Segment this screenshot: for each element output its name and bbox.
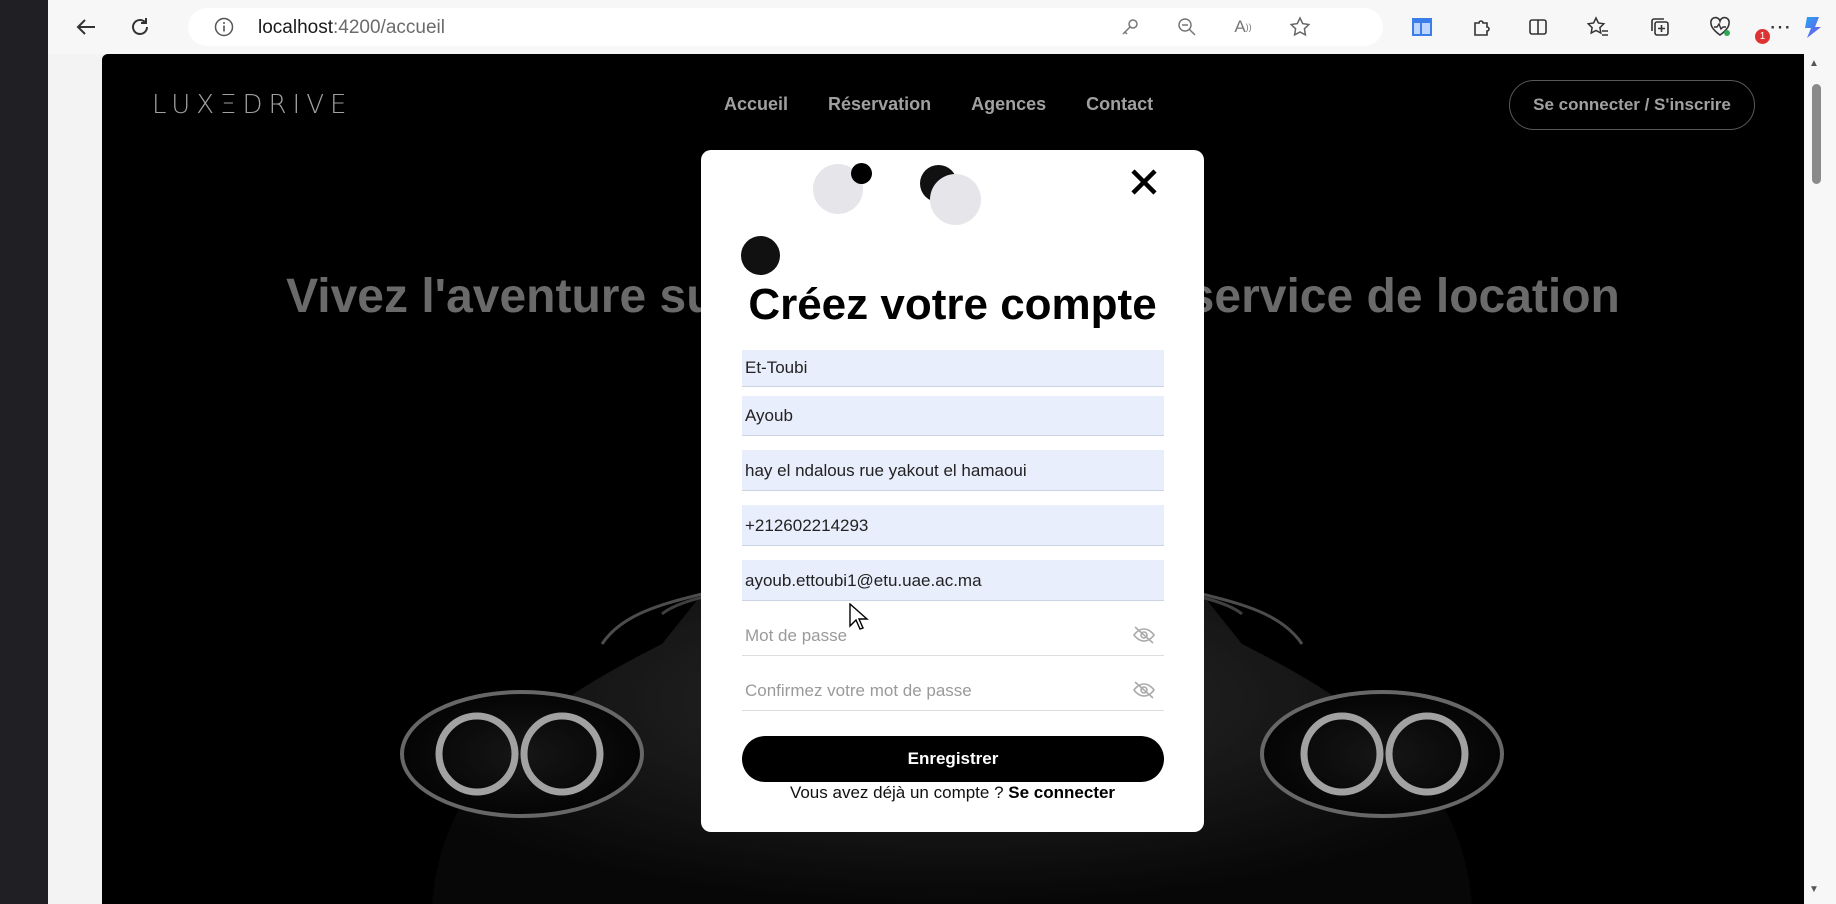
scroll-up-icon[interactable]: ▲ bbox=[1809, 58, 1819, 69]
info-icon[interactable] bbox=[212, 15, 236, 39]
read-aloud-icon[interactable]: A)) bbox=[1231, 15, 1255, 39]
login-link[interactable]: Se connecter bbox=[1008, 783, 1115, 802]
zoom-out-icon[interactable] bbox=[1175, 15, 1199, 39]
address-bar[interactable]: localhost:4200/accueil A)) bbox=[188, 8, 1383, 46]
close-icon[interactable] bbox=[1126, 164, 1162, 200]
confirm-password-input[interactable]: Confirmez votre mot de passe bbox=[742, 670, 1164, 711]
browser-window: localhost:4200/accueil A)) ⋯ 1 ▲ ▼ LUXΞD… bbox=[48, 0, 1836, 904]
back-arrow-icon[interactable] bbox=[70, 11, 102, 43]
register-button[interactable]: Enregistrer bbox=[742, 736, 1164, 782]
layout-icon[interactable] bbox=[1406, 11, 1438, 43]
first-name-input[interactable]: Ayoub bbox=[742, 396, 1164, 436]
password-placeholder: Mot de passe bbox=[745, 626, 848, 645]
key-icon[interactable] bbox=[1118, 15, 1142, 39]
login-prompt: Vous avez déjà un compte ? Se connecter bbox=[701, 783, 1204, 803]
screen: localhost:4200/accueil A)) ⋯ 1 ▲ ▼ LUXΞD… bbox=[0, 0, 1836, 904]
eye-slash-icon[interactable] bbox=[1132, 625, 1156, 645]
signup-modal: Créez votre compte Et-Toubi Ayoub hay el… bbox=[701, 150, 1204, 832]
eye-slash-icon[interactable] bbox=[1132, 680, 1156, 700]
scroll-down-icon[interactable]: ▼ bbox=[1809, 884, 1819, 895]
scroll-thumb[interactable] bbox=[1812, 84, 1821, 184]
modal-title: Créez votre compte bbox=[748, 280, 1157, 329]
copilot-icon[interactable] bbox=[1796, 11, 1828, 43]
url-text: localhost:4200/accueil bbox=[258, 17, 445, 39]
desktop-strip bbox=[0, 0, 48, 904]
scrollbar[interactable]: ▲ ▼ bbox=[1804, 54, 1828, 904]
confirm-password-placeholder: Confirmez votre mot de passe bbox=[745, 681, 972, 700]
decor-circle bbox=[930, 174, 981, 225]
favorites-icon[interactable] bbox=[1582, 11, 1614, 43]
collections-icon[interactable] bbox=[1644, 11, 1676, 43]
notification-badge: 1 bbox=[1755, 29, 1770, 44]
puzzle-icon[interactable] bbox=[1466, 11, 1498, 43]
url-path: :4200/accueil bbox=[333, 17, 445, 38]
password-input[interactable]: Mot de passe bbox=[742, 615, 1164, 656]
decor-circle bbox=[851, 163, 872, 184]
login-prompt-text: Vous avez déjà un compte ? bbox=[789, 783, 1004, 802]
refresh-icon[interactable] bbox=[124, 11, 156, 43]
star-icon[interactable] bbox=[1288, 15, 1312, 39]
page-viewport: LUXΞDRIVE Accueil Réservation Agences Co… bbox=[102, 54, 1804, 904]
decor-circle bbox=[741, 236, 780, 275]
heart-icon[interactable] bbox=[1704, 11, 1736, 43]
phone-input[interactable]: +212602214293 bbox=[742, 505, 1164, 546]
browser-toolbar: localhost:4200/accueil A)) ⋯ 1 bbox=[48, 0, 1836, 54]
split-screen-icon[interactable] bbox=[1522, 11, 1554, 43]
url-host: localhost bbox=[258, 17, 333, 38]
address-input[interactable]: hay el ndalous rue yakout el hamaoui bbox=[742, 450, 1164, 491]
last-name-input[interactable]: Et-Toubi bbox=[742, 350, 1164, 387]
email-input[interactable]: ayoub.ettoubi1@etu.uae.ac.ma bbox=[742, 560, 1164, 601]
mouse-cursor-icon bbox=[849, 603, 869, 630]
